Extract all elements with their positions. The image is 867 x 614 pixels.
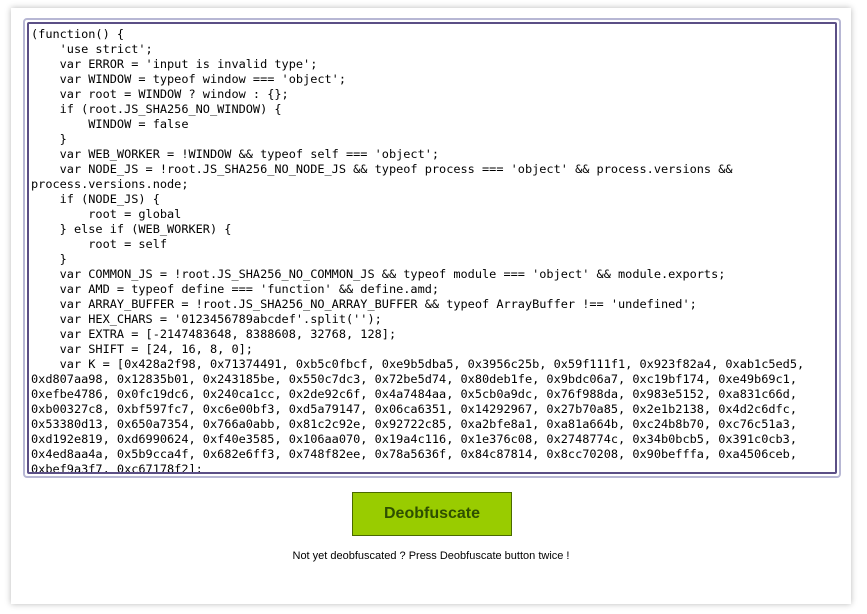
code-line: 0xd807aa98, 0x12835b01, 0x243185be, 0x55… xyxy=(31,372,797,386)
code-line: root = global xyxy=(31,207,182,221)
code-line: 'use strict'; xyxy=(31,42,153,56)
code-line: if (root.JS_SHA256_NO_WINDOW) { xyxy=(31,102,282,116)
code-line: var WEB_WORKER = !WINDOW && typeof self … xyxy=(31,147,440,161)
code-line: (function() { xyxy=(31,27,125,41)
deobfuscate-button[interactable]: Deobfuscate xyxy=(352,492,512,536)
page-card: (function() { 'use strict'; var ERROR = … xyxy=(11,8,851,604)
code-line: 0xbef9a3f7, 0xc67178f2]; xyxy=(31,462,203,474)
code-line: } else if (WEB_WORKER) { xyxy=(31,222,232,236)
code-line: var HEX_CHARS = '0123456789abcdef'.split… xyxy=(31,312,382,326)
code-line: var NODE_JS = !root.JS_SHA256_NO_NODE_JS… xyxy=(31,162,733,176)
code-line: var WINDOW = typeof window === 'object'; xyxy=(31,72,346,86)
code-line: } xyxy=(31,132,67,146)
code-line: } xyxy=(31,252,67,266)
code-line: var SHIFT = [24, 16, 8, 0]; xyxy=(31,342,253,356)
code-textarea[interactable]: (function() { 'use strict'; var ERROR = … xyxy=(27,22,837,474)
code-line: var COMMON_JS = !root.JS_SHA256_NO_COMMO… xyxy=(31,267,726,281)
code-line: 0xd192e819, 0xd6990624, 0xf40e3585, 0x10… xyxy=(31,432,797,446)
code-line: if (NODE_JS) { xyxy=(31,192,160,206)
code-line: var ERROR = 'input is invalid type'; xyxy=(31,57,318,71)
code-line: 0x4ed8aa4a, 0x5b9cca4f, 0x682e6ff3, 0x74… xyxy=(31,447,797,461)
code-line: var K = [0x428a2f98, 0x71374491, 0xb5c0f… xyxy=(31,357,805,371)
code-line: root = self xyxy=(31,237,168,251)
code-line: 0x53380d13, 0x650a7354, 0x766a0abb, 0x81… xyxy=(31,417,797,431)
code-line: WINDOW = false xyxy=(31,117,189,131)
code-line: var AMD = typeof define === 'function' &… xyxy=(31,282,440,296)
status-message: Not yet deobfuscated ? Press Deobfuscate… xyxy=(292,550,570,562)
code-line: process.versions.node; xyxy=(31,177,189,191)
code-line: var ARRAY_BUFFER = !root.JS_SHA256_NO_AR… xyxy=(31,297,697,311)
code-line: var EXTRA = [-2147483648, 8388608, 32768… xyxy=(31,327,397,341)
code-editor-frame: (function() { 'use strict'; var ERROR = … xyxy=(23,18,841,478)
code-line: 0xb00327c8, 0xbf597fc7, 0xc6e00bf3, 0xd5… xyxy=(31,402,797,416)
code-line: 0xefbe4786, 0x0fc19dc6, 0x240ca1cc, 0x2d… xyxy=(31,387,797,401)
code-line: var root = WINDOW ? window : {}; xyxy=(31,87,289,101)
